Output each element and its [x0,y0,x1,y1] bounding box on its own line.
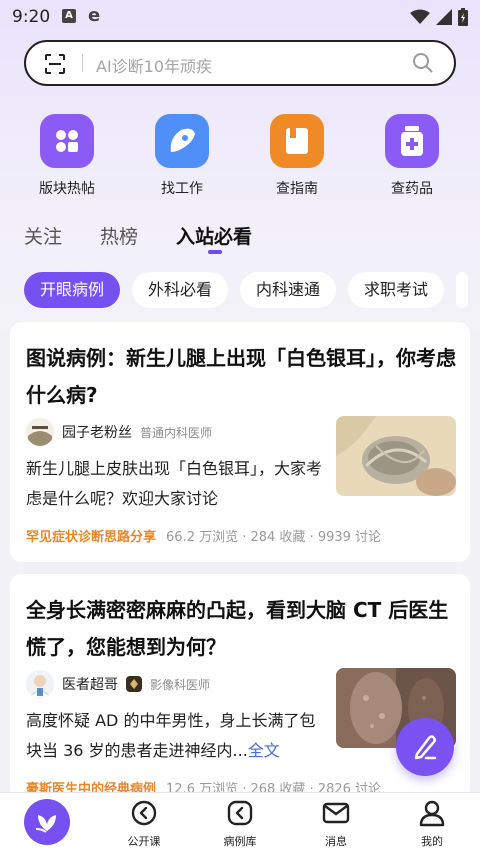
tab-must-read-label: 入站必看 [176,226,253,248]
quick-entry-drugs[interactable]: 查药品 [367,114,457,198]
medicine-icon [385,114,439,168]
author-role: 普通内科医师 [140,425,213,440]
nav-label: 病例库 [223,835,257,848]
mail-icon [322,802,350,824]
post-topic-tag[interactable]: 罕见症状诊断思路分享 [26,526,156,545]
nav-label: 我的 [421,835,443,848]
battery-icon [458,8,468,26]
nav-profile[interactable]: 我的 [392,799,472,849]
grid-icon [40,114,94,168]
chip-more[interactable] [456,272,469,308]
compose-button[interactable] [396,718,454,776]
status-time: 9:20 [12,7,51,27]
avatar[interactable] [26,670,54,698]
author-row: 医者超哥 影像科医师 [26,670,210,698]
post-stats: 66.2 万浏览 · 284 收藏 · 9939 讨论 [166,530,382,545]
feed-tabs: 关注 热榜 入站必看 [24,222,253,254]
status-bar: 9:20 A e [0,0,480,34]
quick-entry-jobs[interactable]: 找工作 [137,114,227,198]
category-chips: 开眼病例 外科必看 内科速通 求职考试 [24,272,469,308]
author-role: 影像科医师 [150,677,211,692]
nav-case-library[interactable]: 病例库 [200,799,280,849]
read-more-link[interactable]: 全文 [248,741,280,760]
quick-entry-label: 查药品 [391,181,433,197]
avatar[interactable] [26,418,54,446]
signal-icon [436,9,452,25]
tab-hot-list[interactable]: 热榜 [100,222,138,249]
nav-open-courses[interactable]: 公开课 [104,799,184,849]
search-bar[interactable]: AI诊断10年顽疾 [24,40,456,86]
post-summary: 新生儿腿上皮肤出现「白色银耳」，大家考虑是什么呢？欢迎大家讨论 [26,454,326,514]
person-icon [419,800,445,827]
scan-icon[interactable] [44,53,66,75]
nav-label: 消息 [325,835,347,848]
wifi-icon [410,9,430,24]
quick-entry-guides[interactable]: 查指南 [252,114,342,198]
chip-surgery[interactable]: 外科必看 [132,272,229,308]
book-icon [270,114,324,168]
post-card[interactable]: 全身长满密密麻麻的凸起，看到大脑 CT 后医生慌了，您能想到为何？ 医者超哥 影… [10,574,470,814]
app-a-icon: A [62,9,76,23]
search-divider [82,54,83,72]
play-circle-icon [131,800,157,826]
nav-messages[interactable]: 消息 [296,799,376,849]
tab-active-indicator [208,250,223,254]
quick-entry-label: 找工作 [161,181,203,197]
author-row: 园子老粉丝 普通内科医师 [26,418,212,446]
post-summary-text: 新生儿腿上皮肤出现「白色银耳」，大家考虑是什么呢？欢迎大家讨论 [26,459,323,508]
post-meta: 罕见症状诊断思路分享 66.2 万浏览 · 284 收藏 · 9939 讨论 [26,526,381,545]
nav-label: 公开课 [127,835,161,848]
leaf-home-icon [35,815,56,833]
chip-internal-medicine[interactable]: 内科速通 [240,272,337,308]
case-library-icon [227,800,253,826]
quick-entry-label: 查指南 [276,181,318,197]
author-name[interactable]: 园子老粉丝 [62,422,132,442]
author-name[interactable]: 医者超哥 [62,674,118,694]
post-title[interactable]: 全身长满密密麻麻的凸起，看到大脑 CT 后医生慌了，您能想到为何？ [26,592,456,666]
tab-follow[interactable]: 关注 [24,222,62,249]
briefcase-icon [155,114,209,168]
quick-entry-label: 版块热帖 [39,181,95,197]
search-icon[interactable] [412,52,434,74]
post-thumbnail[interactable] [336,416,456,496]
post-title[interactable]: 图说病例：新生儿腿上出现「白色银耳」，你考虑什么病? [26,340,456,414]
nav-home-button[interactable] [24,799,70,845]
post-card[interactable]: 图说病例：新生儿腿上出现「白色银耳」，你考虑什么病? 园子老粉丝 普通内科医师 … [10,322,470,562]
search-input[interactable]: AI诊断10年顽疾 [96,53,212,77]
bottom-navigation: 公开课 病例库 消息 我的 [0,792,480,853]
tab-must-read[interactable]: 入站必看 [176,222,253,254]
verified-badge-icon [126,676,142,692]
pen-icon [414,735,437,760]
chip-job-exam[interactable]: 求职考试 [348,272,445,308]
post-summary: 高度怀疑 AD 的中年男性，身上长满了包块当 36 岁的患者走进神经内...全文 [26,706,326,766]
chip-eye-opening-cases[interactable]: 开眼病例 [24,272,121,308]
quick-entry-hot-posts[interactable]: 版块热帖 [22,114,112,198]
browser-e-icon: e [88,5,101,26]
